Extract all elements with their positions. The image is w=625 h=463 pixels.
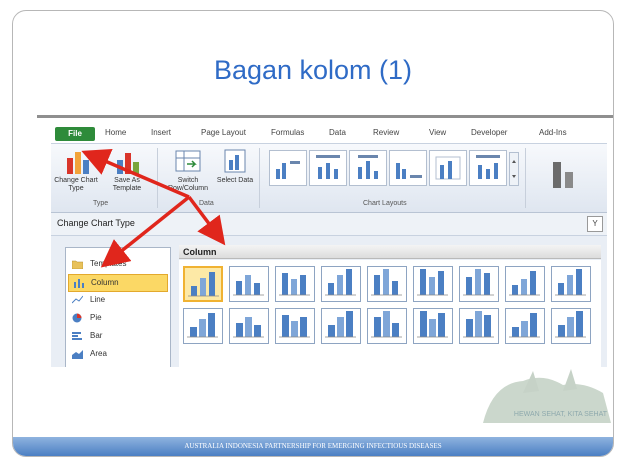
excel-screenshot: File Home Insert Page Layout Formulas Da… [51, 125, 607, 367]
red-arrow-annotations [81, 149, 226, 268]
slide-title: Bagan kolom (1) [213, 55, 413, 85]
slide: Bagan kolom (1) File Home Insert Page La… [12, 10, 614, 457]
arrow-to-column-category [100, 195, 191, 268]
watermark-text: HEWAN SEHAT, KITA SEHAT [513, 411, 607, 418]
arrow-to-column-gallery [187, 195, 226, 246]
watermark-animals-icon [483, 369, 611, 423]
title-divider [37, 115, 613, 118]
arrow-to-change-chart-type [81, 149, 190, 199]
slide-footer: AUSTRALIA INDONESIA PARTNERSHIP FOR EMER… [13, 437, 613, 456]
